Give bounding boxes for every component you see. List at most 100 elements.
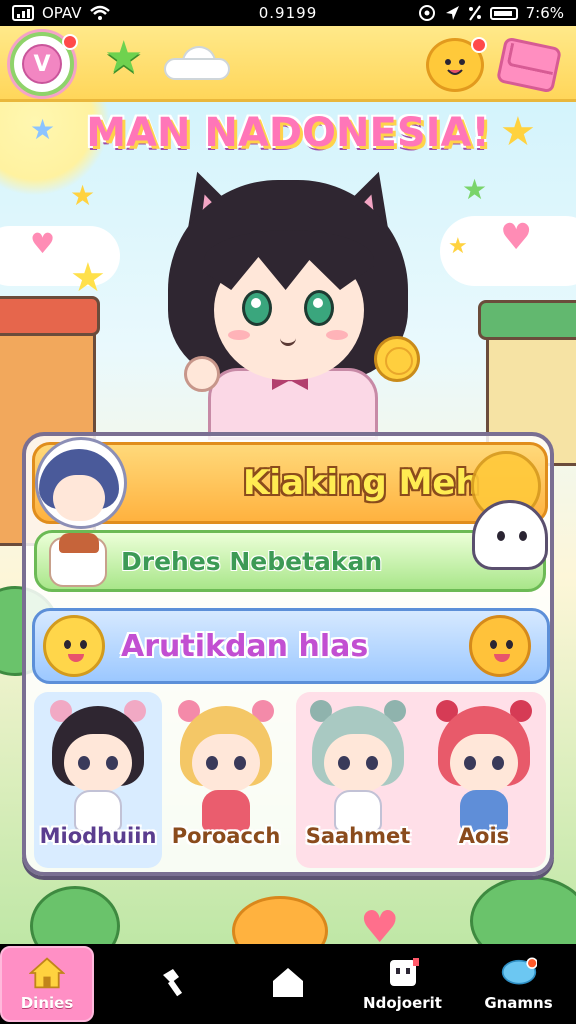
nav-item-5-label: Gnamns — [484, 994, 553, 1012]
character-eye — [464, 756, 476, 770]
carrier-text: OPAV — [42, 4, 82, 22]
menu-button-3[interactable]: Arutikdan hlas — [32, 608, 550, 684]
star-deco-2: ★ — [70, 179, 96, 212]
top-bar: V ★ — [0, 26, 576, 102]
star-deco-6: ★ — [448, 234, 468, 259]
character-1-name: Miodhuiin — [39, 824, 157, 848]
nav-home-label: Dinies — [20, 994, 74, 1012]
profile-avatar-button[interactable]: V — [10, 32, 78, 96]
pet-icon — [49, 533, 107, 587]
status-time: 0.9199 — [258, 4, 318, 22]
bear-icon — [469, 615, 531, 677]
status-bar: OPAV 0.9199 7:6% — [0, 0, 576, 26]
main-menu-panel: Kiaking Meh Drehes Nebetakan Arutikdan h… — [22, 432, 554, 876]
character-select-row: Miodhuiin Poroacch Saahmet Aois — [34, 692, 546, 870]
character-eye — [206, 756, 218, 770]
house-left-roof — [0, 296, 100, 336]
menu-button-3-label: Arutikdan hlas — [121, 628, 369, 664]
sync-icon — [418, 5, 435, 21]
status-right: 7:6% — [418, 4, 564, 22]
character-2-name: Poroacch — [171, 824, 281, 848]
nav-item-3[interactable] — [230, 944, 345, 1024]
heart-deco-2: ♥ — [500, 217, 533, 258]
hero-mouth — [280, 338, 296, 346]
cloud-base — [164, 58, 230, 80]
bear-mouth — [68, 654, 84, 662]
menu-button-2-label: Drehes Nebetakan — [121, 546, 383, 576]
character-3[interactable]: Saahmet — [296, 700, 420, 868]
character-3-name: Saahmet — [305, 824, 411, 848]
tree-bottom-left — [30, 886, 120, 944]
signal-icon — [12, 5, 34, 21]
chat-bubble-icon — [501, 957, 537, 985]
cloud-icon[interactable] — [164, 46, 230, 82]
character-face — [192, 734, 260, 792]
character-eye — [338, 756, 350, 770]
game-title: MAN NADONESIA! — [86, 110, 490, 156]
bear-mouth — [494, 654, 510, 662]
avatar: V — [22, 44, 62, 84]
star-deco-5: ★ — [462, 173, 488, 206]
nav-item-4-label: Ndojoerit — [363, 994, 442, 1012]
hero-eye-left — [242, 290, 272, 326]
avatar-letter: V — [33, 51, 51, 77]
notification-dot — [62, 34, 78, 50]
character-avatar-icon — [35, 437, 127, 529]
avatar-face — [53, 475, 105, 521]
ghost-eye-left — [497, 531, 505, 541]
hero-eye-right — [304, 290, 334, 326]
hero-bangs — [204, 230, 374, 290]
home-icon — [29, 957, 65, 989]
bear-eye — [64, 640, 71, 649]
bear-face-icon — [445, 59, 465, 75]
tree-bottom-right — [470, 876, 576, 944]
nav-item-4[interactable]: Ndojoerit — [345, 944, 460, 1024]
menu-button-1[interactable]: Kiaking Meh — [32, 437, 548, 529]
status-left: OPAV — [12, 4, 111, 22]
bear-icon[interactable] — [426, 37, 487, 92]
character-eye — [106, 756, 118, 770]
balloon-deco — [232, 896, 328, 944]
nav-home[interactable]: Dinies — [0, 946, 94, 1022]
bear-eye — [80, 640, 87, 649]
menu-button-1-label: Kiaking Meh — [243, 463, 480, 503]
hero-character[interactable] — [162, 160, 420, 440]
character-face — [64, 734, 132, 792]
character-eye — [78, 756, 90, 770]
coin-icon — [374, 336, 420, 382]
hammer-icon — [162, 969, 182, 997]
hero-blush-right — [326, 330, 348, 340]
bear-eye — [490, 640, 497, 649]
nav-item-2[interactable] — [115, 944, 230, 1024]
percent-icon — [468, 5, 481, 21]
house-outline-icon — [272, 968, 303, 997]
wifi-icon — [90, 5, 111, 20]
character-1[interactable]: Miodhuiin — [36, 700, 160, 868]
bear-eye — [506, 640, 513, 649]
character-2[interactable]: Poroacch — [164, 700, 288, 868]
star-deco-3: ★ — [70, 255, 106, 301]
hero-blush-left — [228, 330, 250, 340]
character-eye — [234, 756, 246, 770]
nav-item-5[interactable]: Gnamns — [461, 944, 576, 1024]
mail-icon[interactable] — [495, 36, 563, 94]
character-eye — [492, 756, 504, 770]
menu-button-2[interactable]: Drehes Nebetakan — [34, 530, 546, 592]
battery-text: 7:6% — [525, 4, 564, 22]
character-face — [324, 734, 392, 792]
notification-dot — [471, 37, 487, 53]
heart-deco-1: ♥ — [30, 227, 56, 260]
star-icon[interactable]: ★ — [104, 36, 143, 80]
location-icon — [445, 6, 459, 20]
robot-icon — [389, 958, 419, 986]
bottom-nav: Dinies Ndojoerit Gnamns — [0, 944, 576, 1024]
character-eye — [366, 756, 378, 770]
character-face — [450, 734, 518, 792]
battery-icon — [489, 6, 518, 20]
house-right-roof — [478, 300, 576, 340]
heart-deco-3: ♥ — [360, 902, 400, 945]
character-4-name: Aois — [458, 824, 510, 848]
character-4[interactable]: Aois — [422, 700, 546, 868]
ghost-mascot-icon — [472, 500, 548, 570]
hero-hand — [184, 356, 220, 392]
